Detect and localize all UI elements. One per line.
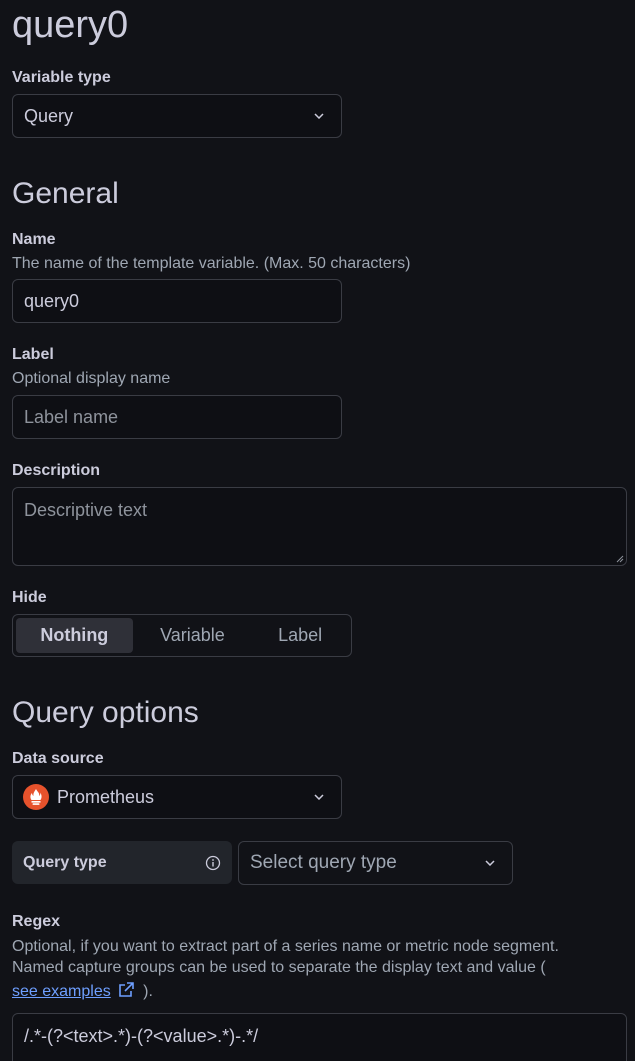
query-type-label-box: Query type bbox=[12, 841, 232, 884]
query-options-heading: Query options bbox=[12, 696, 199, 729]
label-field-label: Label bbox=[12, 346, 54, 363]
hide-label: Hide bbox=[12, 589, 47, 606]
label-input-placeholder: Label name bbox=[24, 406, 119, 427]
variable-type-value: Query bbox=[24, 105, 74, 126]
description-textarea[interactable]: Descriptive text bbox=[12, 487, 627, 566]
regex-description-end: ). bbox=[143, 983, 153, 1000]
variable-type-label: Variable type bbox=[12, 69, 111, 86]
chevron-down-icon bbox=[314, 792, 324, 802]
chevron-down-icon bbox=[485, 858, 495, 868]
resize-handle-icon[interactable] bbox=[614, 553, 624, 563]
name-description: The name of the template variable. (Max.… bbox=[12, 255, 411, 272]
hide-radio-group: Nothing Variable Label bbox=[12, 614, 352, 657]
query-type-select[interactable]: Select query type bbox=[238, 841, 513, 885]
regex-description-line1: Optional, if you want to extract part of… bbox=[12, 938, 559, 955]
hide-option-label[interactable]: Label bbox=[252, 618, 348, 653]
data-source-select[interactable]: Prometheus bbox=[12, 775, 342, 819]
label-input[interactable]: Label name bbox=[12, 395, 342, 439]
info-icon[interactable] bbox=[205, 855, 221, 871]
regex-description-line2: Named capture groups can be used to sepa… bbox=[12, 959, 546, 976]
external-link-icon[interactable] bbox=[117, 981, 135, 999]
hide-option-variable[interactable]: Variable bbox=[137, 618, 249, 653]
regex-description: Optional, if you want to extract part of… bbox=[12, 936, 635, 1002]
variable-type-select[interactable]: Query bbox=[12, 94, 342, 138]
query-type-placeholder: Select query type bbox=[250, 852, 397, 873]
label-field-description: Optional display name bbox=[12, 370, 171, 387]
data-source-value: Prometheus bbox=[57, 786, 155, 807]
general-heading: General bbox=[12, 177, 119, 210]
description-placeholder: Descriptive text bbox=[24, 500, 148, 520]
chevron-down-icon bbox=[314, 111, 324, 121]
name-value: query0 bbox=[24, 290, 80, 311]
query-type-label: Query type bbox=[23, 853, 107, 871]
see-examples-link[interactable]: see examples bbox=[12, 983, 111, 1000]
page-title: query0 bbox=[12, 4, 129, 46]
regex-label: Regex bbox=[12, 913, 61, 930]
description-label: Description bbox=[12, 462, 101, 479]
name-label: Name bbox=[12, 231, 56, 248]
prometheus-icon bbox=[23, 784, 49, 810]
regex-input[interactable]: /.*-(?<text>.*)-(?<value>.*)-.*/ bbox=[12, 1013, 627, 1061]
regex-value: /.*-(?<text>.*)-(?<value>.*)-.*/ bbox=[24, 1026, 259, 1046]
name-input[interactable]: query0 bbox=[12, 279, 342, 323]
data-source-label: Data source bbox=[12, 750, 104, 767]
hide-option-nothing[interactable]: Nothing bbox=[16, 618, 133, 653]
